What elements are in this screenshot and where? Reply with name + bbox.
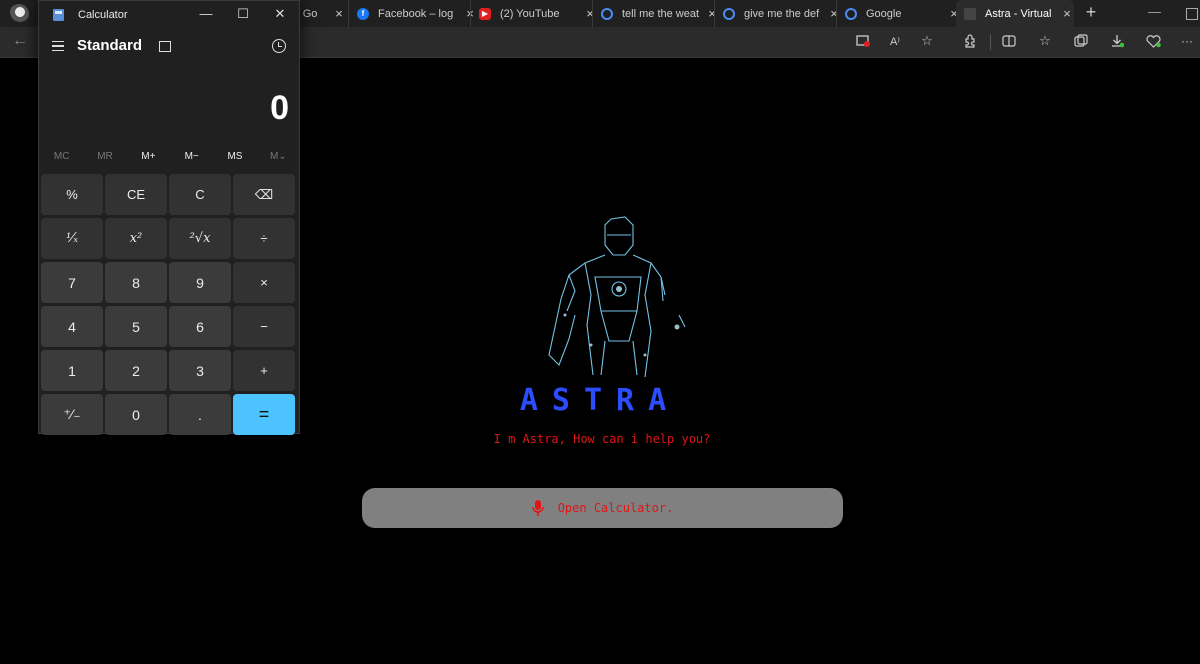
more-options-icon[interactable]: ··· bbox=[1178, 32, 1196, 50]
memory-list-button[interactable]: M⌄ bbox=[258, 151, 299, 167]
read-aloud-icon[interactable]: A⁾ bbox=[886, 32, 904, 50]
new-tab-button[interactable]: + bbox=[1082, 2, 1100, 23]
digit-6-button[interactable]: 6 bbox=[169, 306, 231, 347]
maximize-icon[interactable] bbox=[1186, 8, 1198, 20]
tab-youtube[interactable]: ▶ (2) YouTube × bbox=[470, 0, 597, 27]
collections-icon[interactable] bbox=[1072, 32, 1090, 50]
assistant-greeting: I m Astra, How can i help you? bbox=[493, 432, 711, 446]
profile-avatar[interactable] bbox=[9, 4, 29, 24]
close-icon[interactable]: ✕ bbox=[270, 6, 290, 24]
keep-on-top-icon[interactable] bbox=[159, 41, 171, 52]
browser-essentials-icon[interactable] bbox=[1144, 32, 1162, 50]
google-icon bbox=[601, 7, 613, 20]
percent-button[interactable]: % bbox=[41, 174, 103, 215]
reciprocal-button[interactable]: ¹⁄ₓ bbox=[41, 218, 103, 259]
google-icon bbox=[845, 7, 857, 20]
hamburger-menu-icon[interactable] bbox=[52, 41, 64, 51]
close-tab-icon[interactable]: × bbox=[332, 6, 346, 21]
square-root-button[interactable]: ²√x bbox=[169, 218, 231, 259]
facebook-icon: f bbox=[357, 7, 369, 20]
voice-command-bar[interactable]: Open Calculator. bbox=[362, 488, 843, 528]
memory-add-button[interactable]: M+ bbox=[128, 151, 169, 167]
calculator-app-icon bbox=[53, 9, 64, 21]
digit-4-button[interactable]: 4 bbox=[41, 306, 103, 347]
memory-store-button[interactable]: MS bbox=[214, 151, 255, 167]
microphone-icon[interactable] bbox=[531, 500, 544, 516]
add-button[interactable]: + bbox=[233, 350, 295, 391]
digit-8-button[interactable]: 8 bbox=[105, 262, 167, 303]
google-icon bbox=[723, 7, 735, 20]
calculator-mode-title: Standard bbox=[77, 37, 143, 54]
calculator-header: Standard bbox=[39, 35, 299, 61]
clear-entry-button[interactable]: CE bbox=[105, 174, 167, 215]
calculator-display: 0 bbox=[270, 89, 289, 127]
decimal-button[interactable]: . bbox=[169, 394, 231, 435]
tab-weather[interactable]: tell me the weat × bbox=[592, 0, 719, 27]
calculator-keypad: % CE C ⌫ ¹⁄ₓ x² ²√x ÷ 7 8 9 × 4 5 6 − 1 … bbox=[41, 174, 297, 435]
minimize-icon[interactable]: — bbox=[196, 6, 216, 24]
square-button[interactable]: x² bbox=[105, 218, 167, 259]
tab-title: Astra - Virtual A bbox=[985, 7, 1054, 20]
site-permission-icon[interactable] bbox=[854, 32, 872, 50]
multiply-button[interactable]: × bbox=[233, 262, 295, 303]
square-root-label: ²√x bbox=[189, 231, 211, 246]
maximize-icon[interactable]: ☐ bbox=[233, 6, 253, 24]
split-screen-icon[interactable] bbox=[1000, 32, 1018, 50]
history-icon[interactable] bbox=[272, 39, 286, 53]
digit-2-button[interactable]: 2 bbox=[105, 350, 167, 391]
youtube-icon: ▶ bbox=[479, 7, 491, 20]
toolbar-divider bbox=[990, 34, 991, 50]
favorites-icon[interactable]: ☆ bbox=[1036, 32, 1054, 50]
minimize-icon[interactable]: — bbox=[1148, 4, 1161, 19]
divide-button[interactable]: ÷ bbox=[233, 218, 295, 259]
tab-definition[interactable]: give me the def × bbox=[714, 0, 841, 27]
tab-title: tell me the weat bbox=[622, 7, 699, 20]
ironman-hologram-image bbox=[548, 216, 686, 378]
digit-5-button[interactable]: 5 bbox=[105, 306, 167, 347]
memory-subtract-button[interactable]: M− bbox=[171, 151, 212, 167]
astra-brand-title: ASTRA bbox=[519, 383, 681, 418]
memory-row: MC MR M+ M− MS M⌄ bbox=[39, 151, 299, 167]
tab-google[interactable]: Google × bbox=[836, 0, 961, 27]
digit-1-button[interactable]: 1 bbox=[41, 350, 103, 391]
favorite-star-icon[interactable]: ☆ bbox=[918, 32, 936, 50]
tab-google-search[interactable]: - Go × bbox=[296, 0, 346, 27]
calculator-window: Calculator — ☐ ✕ Standard 0 MC MR M+ M− … bbox=[38, 0, 300, 435]
memory-clear-button[interactable]: MC bbox=[41, 151, 82, 167]
tab-facebook[interactable]: f Facebook – log × bbox=[348, 0, 477, 27]
calculator-window-title: Calculator bbox=[78, 9, 128, 21]
back-arrow-icon[interactable]: ← bbox=[12, 32, 28, 50]
digit-3-button[interactable]: 3 bbox=[169, 350, 231, 391]
backspace-button[interactable]: ⌫ bbox=[233, 174, 295, 215]
tab-title: Facebook – log bbox=[378, 7, 454, 20]
downloads-icon[interactable] bbox=[1108, 32, 1126, 50]
tab-title: - Go bbox=[296, 7, 318, 20]
calculator-title-bar[interactable]: Calculator — ☐ ✕ bbox=[39, 1, 299, 29]
reciprocal-label: ¹⁄ₓ bbox=[66, 231, 78, 246]
clear-button[interactable]: C bbox=[169, 174, 231, 215]
digit-0-button[interactable]: 0 bbox=[105, 394, 167, 435]
tab-astra[interactable]: Astra - Virtual A × bbox=[956, 0, 1074, 27]
equals-button[interactable]: = bbox=[233, 394, 295, 435]
digit-7-button[interactable]: 7 bbox=[41, 262, 103, 303]
extensions-icon[interactable] bbox=[961, 32, 979, 50]
tab-title: Google bbox=[866, 7, 902, 20]
astra-icon bbox=[964, 7, 976, 20]
square-label: x² bbox=[129, 231, 143, 246]
close-tab-icon[interactable]: × bbox=[1060, 6, 1074, 21]
tab-title: give me the def bbox=[744, 7, 820, 20]
digit-9-button[interactable]: 9 bbox=[169, 262, 231, 303]
voice-command-text: Open Calculator. bbox=[557, 501, 674, 515]
memory-recall-button[interactable]: MR bbox=[84, 151, 125, 167]
tab-title: (2) YouTube bbox=[500, 7, 560, 20]
negate-button[interactable]: ⁺⁄₋ bbox=[41, 394, 103, 435]
subtract-button[interactable]: − bbox=[233, 306, 295, 347]
